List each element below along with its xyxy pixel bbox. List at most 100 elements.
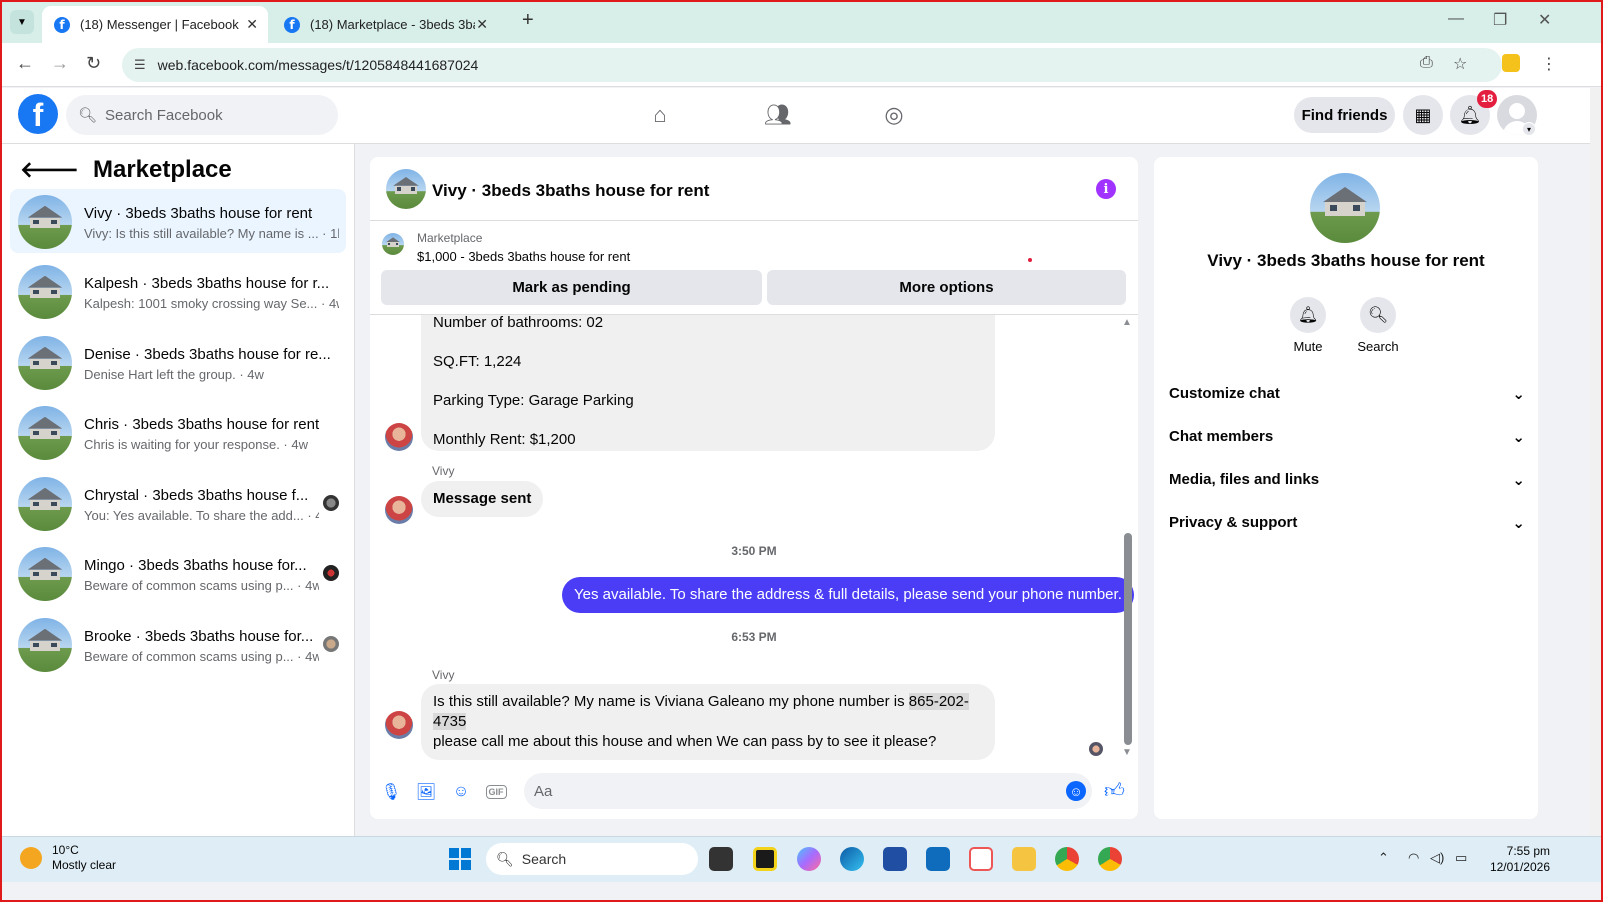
file-explorer-icon[interactable]: [1012, 847, 1036, 871]
chrome-icon[interactable]: [1098, 847, 1122, 871]
conversation-item[interactable]: Vivy · 3beds 3baths house for rent Vivy:…: [10, 189, 346, 253]
wifi-icon[interactable]: ◠: [1408, 850, 1419, 866]
page-scrollbar[interactable]: [1590, 88, 1603, 836]
conversation-name: Brooke · 3beds 3baths house for...: [84, 628, 314, 645]
tab-marketplace[interactable]: f (18) Marketplace - 3beds 3bath ✕: [272, 6, 498, 43]
browser-tab-bar: ▼ f (18) Messenger | Facebook ✕ f (18) M…: [0, 0, 1603, 43]
groups-icon[interactable]: ◎: [879, 100, 909, 130]
conversation-item[interactable]: Chrystal · 3beds 3baths house f... You: …: [10, 471, 346, 535]
copilot-icon[interactable]: [797, 847, 821, 871]
facebook-search-input[interactable]: 🔍︎ Search Facebook: [66, 95, 338, 135]
reload-icon[interactable]: ↻: [86, 53, 101, 74]
friends-icon[interactable]: 👥︎: [763, 100, 793, 130]
weather-moon-icon: [20, 847, 42, 869]
install-app-icon[interactable]: ⎙: [1420, 54, 1433, 72]
listing-source: Marketplace: [417, 231, 483, 245]
conversation-name: Vivy · 3beds 3baths house for rent: [84, 205, 313, 222]
browser-menu-icon[interactable]: ⋮: [1541, 54, 1557, 74]
chrome-icon[interactable]: [1055, 847, 1079, 871]
url-text: web.facebook.com/messages/t/120584844168…: [157, 57, 479, 73]
listing-avatar: [18, 195, 72, 249]
emoji-icon[interactable]: ☺: [1066, 781, 1086, 801]
menu-grid-icon[interactable]: ▦: [1403, 95, 1443, 135]
close-window-icon[interactable]: ✕: [1538, 10, 1551, 30]
chat-scrollbar[interactable]: [1124, 533, 1132, 745]
system-clock[interactable]: 7:55 pm 12/01/2026: [1484, 843, 1550, 875]
listing-avatar[interactable]: [386, 169, 426, 209]
minimize-icon[interactable]: —: [1448, 10, 1464, 28]
marketplace-listing-bar: Marketplace $1,000 - 3beds 3baths house …: [370, 221, 1138, 315]
battery-icon[interactable]: ▭: [1455, 850, 1467, 866]
home-icon[interactable]: ⌂: [645, 100, 675, 130]
facebook-logo-icon[interactable]: f: [18, 94, 58, 134]
tray-chevron-up-icon[interactable]: ⌃: [1378, 850, 1389, 866]
facebook-header: f 🔍︎ Search Facebook ⌂ 👥︎ ◎ Find friends…: [0, 88, 1590, 144]
section-label: Chat members: [1169, 428, 1274, 445]
section-label: Privacy & support: [1169, 514, 1298, 531]
conversation-item[interactable]: Chris · 3beds 3baths house for rent Chri…: [10, 400, 346, 464]
message-input[interactable]: Aa: [524, 773, 1092, 809]
tab-search-dropdown-icon[interactable]: ▼: [10, 10, 34, 34]
gif-icon[interactable]: GIF: [485, 781, 507, 803]
sticker-icon[interactable]: ☺: [450, 781, 472, 803]
close-tab-icon[interactable]: ✕: [476, 16, 488, 33]
sender-avatar[interactable]: [385, 496, 413, 524]
restore-icon[interactable]: ❐: [1493, 10, 1507, 30]
site-settings-icon[interactable]: ☰: [134, 57, 146, 73]
outlook-icon[interactable]: [926, 847, 950, 871]
conversation-name: Kalpesh · 3beds 3baths house for r...: [84, 275, 330, 292]
listing-title[interactable]: $1,000 - 3beds 3baths house for rent: [417, 249, 630, 264]
mark-as-pending-button[interactable]: Mark as pending: [381, 270, 762, 305]
extension-icon[interactable]: [1502, 54, 1520, 72]
conversation-item[interactable]: Denise · 3beds 3baths house for re... De…: [10, 330, 346, 394]
conversation-item[interactable]: Mingo · 3beds 3baths house for... Beware…: [10, 541, 346, 605]
taskbar-search[interactable]: 🔍︎ Search: [486, 843, 698, 875]
more-options-button[interactable]: More options: [767, 270, 1126, 305]
sticky-notes-icon[interactable]: [753, 847, 777, 871]
conversation-name: Denise · 3beds 3baths house for re...: [84, 346, 331, 363]
customize-chat-section[interactable]: Customize chat ⌄: [1169, 385, 1525, 403]
weather-widget[interactable]: 10°C Mostly clear: [20, 843, 116, 873]
microphone-icon[interactable]: 🎙︎: [380, 781, 402, 803]
message-list[interactable]: Number of bathrooms: 02 SQ.FT: 1,224 Par…: [370, 315, 1138, 767]
thumbs-up-icon[interactable]: 👍︎: [1104, 779, 1125, 803]
chat-members-section[interactable]: Chat members ⌄: [1169, 428, 1525, 446]
forward-arrow-icon[interactable]: →: [51, 53, 69, 74]
photo-icon[interactable]: 🖼︎: [415, 781, 437, 803]
rent-text: Monthly Rent: $1,200: [433, 431, 576, 448]
media-files-links-section[interactable]: Media, files and links ⌄: [1169, 471, 1525, 489]
listing-avatar[interactable]: [1310, 173, 1380, 243]
windows-taskbar: 10°C Mostly clear 🔍︎ Search ⌃ ◠ ◁) ▭ 7:5…: [0, 836, 1603, 882]
snipping-tool-icon[interactable]: [969, 847, 993, 871]
close-tab-icon[interactable]: ✕: [246, 16, 258, 33]
tab-messenger[interactable]: f (18) Messenger | Facebook ✕: [42, 6, 268, 43]
chevron-down-icon[interactable]: ▾: [1522, 122, 1536, 136]
conversation-item[interactable]: Brooke · 3beds 3baths house for... Bewar…: [10, 612, 346, 676]
scroll-up-arrow[interactable]: ▲: [1122, 317, 1132, 328]
store-icon[interactable]: [883, 847, 907, 871]
task-view-icon[interactable]: [709, 847, 733, 871]
listing-thumbnail[interactable]: [382, 233, 404, 255]
privacy-support-section[interactable]: Privacy & support ⌄: [1169, 514, 1525, 532]
new-tab-button[interactable]: +: [522, 9, 534, 32]
edge-icon[interactable]: [840, 847, 864, 871]
back-arrow-icon[interactable]: 🡐: [20, 157, 79, 183]
parking-text: Parking Type: Garage Parking: [433, 392, 634, 409]
sender-avatar[interactable]: [385, 423, 413, 451]
back-arrow-icon[interactable]: ←: [16, 53, 34, 74]
volume-icon[interactable]: ◁): [1430, 850, 1444, 866]
find-friends-button[interactable]: Find friends: [1294, 97, 1395, 133]
conversation-item[interactable]: Kalpesh · 3beds 3baths house for r... Ka…: [10, 259, 346, 323]
search-chat-button[interactable]: 🔍︎ Search: [1348, 297, 1408, 354]
chat-title[interactable]: Vivy · 3beds 3baths house for rent: [432, 181, 709, 201]
mute-button[interactable]: 🔔︎ Mute: [1278, 297, 1338, 354]
address-bar[interactable]: ☰ web.facebook.com/messages/t/1205848441…: [122, 48, 1502, 82]
info-icon[interactable]: i: [1096, 179, 1116, 199]
conversation-name: Chris · 3beds 3baths house for rent: [84, 416, 320, 433]
clock-time: 7:55 pm: [1506, 844, 1550, 858]
conversation-preview: Kalpesh: 1001 smoky crossing way Se... ·…: [84, 296, 339, 311]
bookmark-star-icon[interactable]: ☆: [1453, 54, 1467, 74]
scroll-down-arrow[interactable]: ▼: [1122, 747, 1132, 758]
windows-start-icon[interactable]: [449, 848, 471, 870]
sender-avatar[interactable]: [385, 711, 413, 739]
